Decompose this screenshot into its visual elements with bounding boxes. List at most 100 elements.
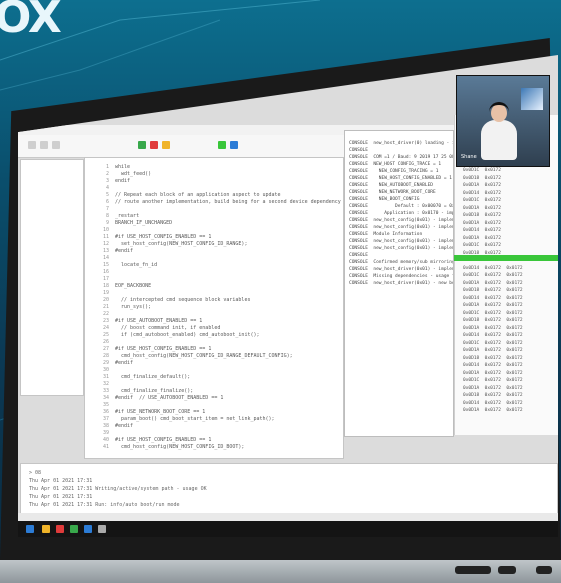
code-line[interactable]: #if USE_AUTOBOOT_ENABLED == 1 [115, 318, 202, 324]
code-line[interactable]: while [115, 164, 130, 170]
line-number: 17 [102, 276, 109, 282]
status-bar [18, 513, 558, 521]
memory-row: 0x0D1C 0x0172 0x0172 [463, 310, 523, 316]
memory-row: 0x0D18 0x0172 [463, 213, 501, 218]
code-line[interactable]: cmd_finalize_default(); [115, 374, 190, 380]
code-line[interactable]: wdt_feed() [115, 171, 151, 177]
serial-line: CONSOLE NEW_AUTOBOOT_ENABLED [349, 183, 433, 188]
memory-row: 0x0D1A 0x0172 0x0172 [463, 280, 523, 286]
code-line[interactable]: cmd_host_config(NEW_HOST_CONFIG_ID_BOOT)… [115, 444, 244, 450]
line-number: 32 [102, 381, 109, 387]
code-line[interactable]: if (cmd_autoboot_enabled) cmd_autoboot_i… [115, 332, 259, 338]
console-line: Thu Apr 01 2021 17:31 [29, 478, 93, 484]
line-number: 41 [102, 444, 109, 450]
taskbar-app-icon[interactable] [98, 525, 106, 533]
memory-row: 0x0D1A 0x0172 0x0172 [463, 385, 523, 391]
person-body [481, 120, 517, 160]
taskbar-app-icon[interactable] [84, 525, 92, 533]
taskbar-app-icon[interactable] [42, 525, 50, 533]
line-number: 4 [105, 185, 109, 191]
code-line[interactable]: set_host_config(NEW_HOST_CONFIG_ID_RANGE… [115, 241, 247, 247]
code-line[interactable]: // intercepted cmd sequence block variab… [115, 297, 250, 303]
serial-line: CONSOLE NEW_CONFIG_TRACING = 1 [349, 169, 439, 174]
code-line[interactable]: #if USE_HOST_CONFIG_ENABLED == 1 [115, 346, 211, 352]
console-output: > 08 Thu Apr 01 2021 17:31 Thu Apr 01 2021… [20, 463, 558, 515]
webcam-overlay: Shane [456, 75, 550, 167]
line-number: 34 [102, 395, 109, 401]
line-number: 39 [102, 430, 109, 436]
memory-row: 0x0D14 0x0172 0x0172 [463, 400, 523, 406]
line-number: 3 [105, 178, 109, 184]
line-number: 9 [105, 220, 109, 226]
brand-logo: OX [0, 0, 62, 43]
code-line[interactable]: #if USE_NETWORK_BOOT_CORE == 1 [115, 409, 205, 415]
code-line[interactable]: #if USE_HOST_CONFIG_ENABLED == 1 [115, 234, 211, 240]
memory-row: 0x0D14 0x0172 [463, 228, 501, 233]
line-number: 23 [102, 318, 109, 324]
memory-row: 0x0D1C 0x0172 0x0172 [463, 340, 523, 346]
console-line: Thu Apr 01 2021 17:31 Run: info/auto boo… [29, 502, 180, 508]
memory-row: 0x0D1C 0x0172 [463, 198, 501, 203]
line-number: 38 [102, 423, 109, 429]
code-line[interactable]: cmd_finalize_finalize(); [115, 388, 193, 394]
toolbar-icon[interactable] [28, 141, 36, 149]
serial-line: CONSOLE new_host_config(0x01) - implemen… [349, 246, 453, 251]
toolbar-icon[interactable] [150, 141, 158, 149]
line-number: 18 [102, 283, 109, 289]
code-line[interactable]: cmd_host_config(NEW_HOST_CONFIG_ID_RANGE… [115, 353, 293, 359]
toolbar-icon[interactable] [52, 141, 60, 149]
line-number: 13 [102, 248, 109, 254]
code-line[interactable]: locate_fn_id [115, 262, 157, 268]
toolbar-icon[interactable] [138, 141, 146, 149]
line-number: 1 [105, 164, 109, 170]
code-line[interactable]: run_sys(); [115, 304, 151, 310]
memory-row: 0x0D1A 0x0172 0x0172 [463, 303, 523, 308]
toolbar-icon[interactable] [218, 141, 226, 149]
serial-monitor-output: CONSOLE new_host_driver(0) loading - imp… [344, 130, 454, 437]
line-number: 10 [102, 227, 109, 233]
memory-row: 0x0D1A 0x0172 [463, 220, 501, 226]
serial-line: CONSOLE Missing dependencies - usage fai… [349, 274, 453, 279]
memory-row: 0x0D18 0x0172 0x0172 [463, 288, 523, 293]
wall-art [521, 88, 543, 110]
code-line[interactable]: #endif [115, 248, 133, 254]
memory-row: 0x0D18 0x0172 0x0172 [463, 393, 523, 398]
taskbar-app-icon[interactable] [70, 525, 78, 533]
memory-row: 0x0D1A 0x0172 [463, 235, 501, 241]
serial-line: CONSOLE NEW_BOOT_CONFIG [349, 197, 420, 202]
code-line[interactable]: EOF_BACKBONE [115, 283, 151, 289]
code-line[interactable]: #endif [115, 423, 133, 429]
code-editor[interactable]: 1 while 2 wdt_feed() 3 endif 4 5 // Repeat each… [84, 157, 344, 459]
serial-line: CONSOLE [349, 148, 368, 153]
code-line[interactable]: // boost command init, if enabled [115, 325, 220, 331]
line-number: 22 [102, 311, 109, 317]
code-line[interactable]: #endif [115, 360, 133, 366]
headset-icon [489, 102, 509, 113]
toolbar-icon[interactable] [230, 141, 238, 149]
code-line[interactable]: param_boot() cmd_boot_start_item = net_l… [115, 416, 275, 422]
memory-row: 0x0D18 0x0172 [463, 175, 501, 181]
memory-row: 0x0D18 0x0172 0x0172 [463, 318, 523, 323]
code-line[interactable]: #endif // USE_AUTOBOOT_ENABLED == 1 [115, 395, 223, 401]
code-line[interactable]: endif [115, 178, 130, 184]
toolbar-icon[interactable] [162, 141, 170, 149]
memory-row: 0x0D14 0x0172 0x0172 [463, 295, 523, 301]
toolbar-icon[interactable] [40, 141, 48, 149]
code-line[interactable]: // route another implementation, build b… [115, 199, 341, 205]
code-line[interactable]: _restart [115, 213, 139, 219]
code-line[interactable]: // Repeat each block of an application a… [115, 192, 281, 198]
code-line[interactable]: #if USE_HOST_CONFIG_ENABLED == 1 [115, 437, 211, 443]
line-number: 30 [102, 367, 109, 373]
start-icon[interactable] [26, 525, 34, 533]
code-line[interactable]: BRANCH_IF_UNCHANGED [115, 220, 172, 226]
memory-row: 0x0D18 0x0172 0x0172 [463, 355, 523, 361]
console-line: > 08 [29, 470, 42, 476]
memory-row: 0x0D14 0x0172 [463, 190, 501, 196]
line-number: 27 [102, 346, 109, 352]
line-number: 14 [102, 255, 109, 261]
line-number: 7 [105, 206, 109, 212]
taskbar-app-icon[interactable] [56, 525, 64, 533]
console-line: Thu Apr 01 2021 17:31 [29, 494, 93, 500]
serial-line: CONSOLE NEW_NETWORK_BOOT_CORE [349, 190, 436, 195]
line-number: 33 [102, 388, 109, 394]
